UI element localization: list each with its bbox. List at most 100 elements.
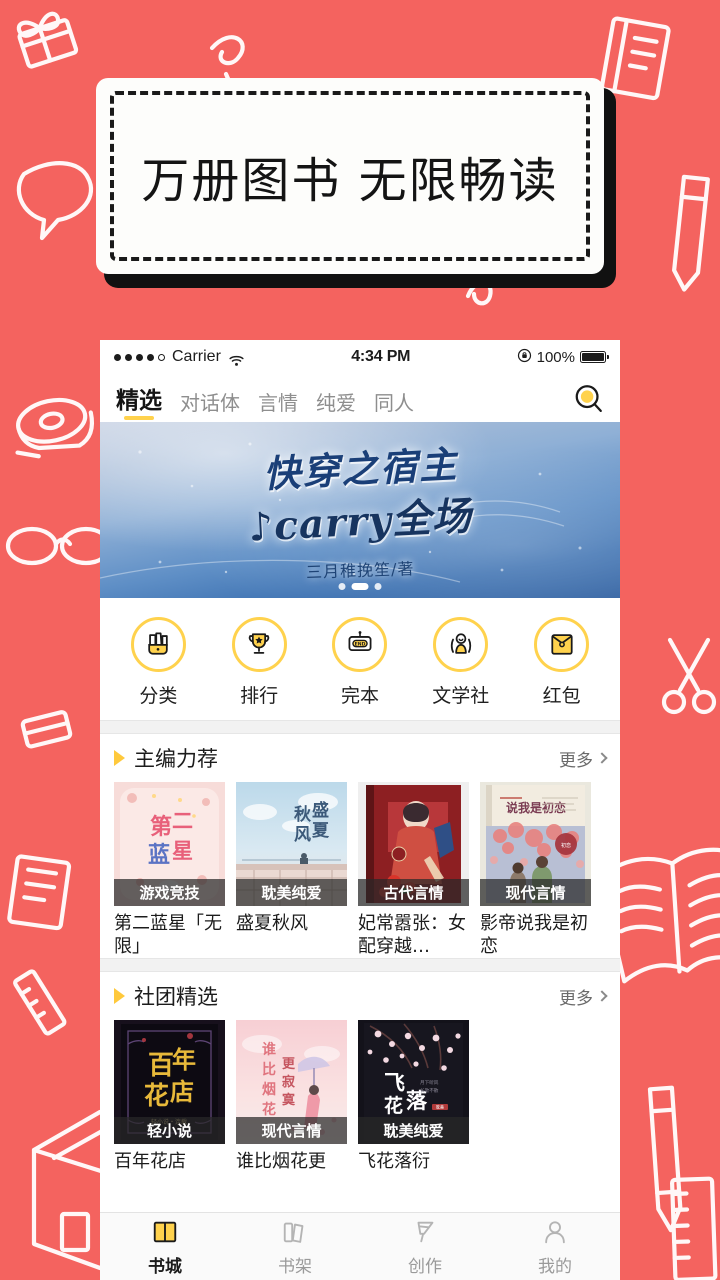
book-store-icon bbox=[151, 1217, 179, 1247]
section-editor-picks: 主编力荐 更多 第 二 蓝 星 游戏竞技 第二蓝星「无限」 秋 盛 风 夏 耽美… bbox=[100, 734, 620, 958]
tab-yanqing[interactable]: 言情 bbox=[258, 393, 298, 422]
section-more-button[interactable]: 更多 bbox=[559, 746, 608, 771]
banner-author: 三月稚挽笙/著 bbox=[305, 559, 415, 582]
quick-actions-row: 分类 排行 END 完本 文学社 红包 bbox=[100, 598, 620, 720]
chevron-right-icon bbox=[596, 990, 608, 1002]
more-label: 更多 bbox=[559, 750, 593, 771]
status-time: 4:34 PM bbox=[351, 348, 411, 365]
book-card[interactable]: 秋 盛 风 夏 耽美纯爱 盛夏秋风 bbox=[236, 782, 347, 958]
tab-jingxuan[interactable]: 精选 bbox=[116, 390, 162, 422]
svg-text:END: END bbox=[355, 642, 366, 648]
book-row: 百 年 花 店 轻小说・连载 轻小说 百年花店 bbox=[114, 1020, 606, 1174]
quick-action-label: 分类 bbox=[139, 684, 178, 707]
book-tag: 耽美纯爱 bbox=[358, 1117, 469, 1144]
tab-chunai[interactable]: 纯爱 bbox=[316, 393, 356, 422]
svg-text:盛: 盛 bbox=[312, 800, 329, 821]
quick-action-literary-club[interactable]: 文学社 bbox=[415, 616, 507, 708]
book-row: 第 二 蓝 星 游戏竞技 第二蓝星「无限」 秋 盛 风 夏 耽美纯爱 盛夏秋风 … bbox=[114, 782, 606, 958]
svg-text:花: 花 bbox=[262, 1101, 276, 1118]
person-profile-icon bbox=[541, 1217, 569, 1247]
promo-headline: 万册图书 无限畅读 bbox=[141, 153, 559, 209]
banner-title-line2: ♪carry全场 bbox=[247, 493, 474, 551]
book-cover[interactable]: 秋 盛 风 夏 耽美纯爱 bbox=[236, 782, 347, 906]
bottom-tab-bookstore[interactable]: 书城 bbox=[100, 1217, 230, 1277]
bottom-tab-label: 我的 bbox=[538, 1256, 572, 1277]
svg-text:寂: 寂 bbox=[282, 1074, 295, 1090]
book-tag: 轻小说 bbox=[114, 1117, 225, 1144]
svg-text:第: 第 bbox=[150, 814, 172, 840]
book-card[interactable]: 百 年 花 店 轻小说・连载 轻小说 百年花店 bbox=[114, 1020, 225, 1174]
svg-text:百: 百 bbox=[148, 1051, 174, 1081]
svg-text:花: 花 bbox=[144, 1081, 169, 1110]
book-title: 影帝说我是初恋 bbox=[480, 913, 588, 957]
book-cover[interactable]: 说我是初恋 初恋 现代言情 bbox=[480, 782, 591, 906]
quick-action-ranking[interactable]: 排行 bbox=[213, 616, 305, 708]
book-card[interactable]: 说我是初恋 初恋 现代言情 影帝说我是初恋 bbox=[480, 782, 591, 958]
quick-action-red-envelope[interactable]: 红包 bbox=[516, 616, 608, 708]
tab-tongren[interactable]: 同人 bbox=[374, 393, 414, 422]
svg-text:说我是初恋: 说我是初恋 bbox=[506, 800, 566, 815]
bookshelf-icon bbox=[281, 1217, 309, 1247]
hero-banner[interactable]: 快穿之宿主 ♪carry全场 三月稚挽笙/著 bbox=[100, 422, 620, 598]
svg-text:二: 二 bbox=[172, 809, 193, 833]
signal-strength-icon bbox=[114, 353, 165, 361]
book-title: 盛夏秋风 bbox=[236, 913, 308, 934]
book-card[interactable]: 第 二 蓝 星 游戏竞技 第二蓝星「无限」 bbox=[114, 782, 225, 958]
svg-text:蓝: 蓝 bbox=[148, 843, 170, 868]
quick-action-label: 红包 bbox=[542, 684, 581, 707]
bottom-tab-profile[interactable]: 我的 bbox=[490, 1217, 620, 1277]
trophy-icon bbox=[231, 616, 287, 672]
svg-text:比: 比 bbox=[262, 1061, 276, 1078]
bottom-tab-create[interactable]: 创作 bbox=[360, 1217, 490, 1277]
end-sign-icon: END bbox=[332, 616, 388, 672]
active-tab-underline bbox=[124, 416, 154, 420]
banner-dot[interactable] bbox=[374, 583, 382, 590]
quick-action-label: 排行 bbox=[240, 684, 279, 707]
book-cover[interactable]: 谁比烟花 更寂寞 现代言情 bbox=[236, 1020, 347, 1144]
bottom-tab-bar: 书城 书架 创作 我的 bbox=[100, 1212, 620, 1280]
category-tabs: 精选 对话体 言情 纯爱 同人 bbox=[116, 374, 572, 422]
svg-text:更: 更 bbox=[282, 1057, 296, 1072]
section-arrow-icon bbox=[114, 750, 125, 766]
quick-action-category[interactable]: 分类 bbox=[112, 616, 204, 708]
banner-pagination-dots[interactable] bbox=[338, 583, 382, 590]
section-title: 主编力荐 bbox=[134, 747, 218, 771]
category-tab-bar: 精选 对话体 言情 纯爱 同人 bbox=[100, 374, 620, 422]
banner-dot[interactable] bbox=[338, 583, 346, 590]
tab-duihuati[interactable]: 对话体 bbox=[180, 393, 240, 422]
banner-dot-active[interactable] bbox=[351, 583, 369, 590]
quick-action-label: 完本 bbox=[340, 684, 379, 707]
rotation-lock-icon bbox=[517, 348, 532, 367]
book-card[interactable]: 飞 花 落 月下听风 长歌不散 耽美 耽美纯爱 飞花落衍 bbox=[358, 1020, 469, 1174]
book-tag: 游戏竞技 bbox=[114, 879, 225, 906]
section-more-button[interactable]: 更多 bbox=[559, 984, 608, 1009]
status-bar: Carrier 4:34 PM 100% bbox=[100, 340, 620, 374]
chevron-right-icon bbox=[596, 752, 608, 764]
svg-text:长歌不散: 长歌不散 bbox=[420, 1087, 439, 1094]
book-title: 第二蓝星「无限」 bbox=[114, 913, 222, 957]
section-divider bbox=[100, 720, 620, 734]
section-divider bbox=[100, 958, 620, 972]
book-cover[interactable]: 古代言情 bbox=[358, 782, 469, 906]
bottom-tab-label: 创作 bbox=[408, 1256, 442, 1277]
book-tag: 耽美纯爱 bbox=[236, 879, 347, 906]
battery-percent-label: 100% bbox=[536, 348, 575, 366]
svg-text:店: 店 bbox=[170, 1078, 194, 1106]
svg-text:夏: 夏 bbox=[312, 821, 330, 841]
book-cover[interactable]: 飞 花 落 月下听风 长歌不散 耽美 耽美纯爱 bbox=[358, 1020, 469, 1144]
svg-text:初恋: 初恋 bbox=[561, 842, 571, 849]
red-envelope-icon bbox=[534, 616, 590, 672]
svg-text:谁: 谁 bbox=[262, 1041, 276, 1058]
search-icon[interactable] bbox=[572, 382, 606, 416]
book-title: 飞花落衍 bbox=[358, 1151, 430, 1172]
literary-club-icon bbox=[433, 616, 489, 672]
bottom-tab-bookshelf[interactable]: 书架 bbox=[230, 1217, 360, 1277]
book-card[interactable]: 古代言情 妃常嚣张：女配穿越… bbox=[358, 782, 469, 958]
book-tag: 现代言情 bbox=[480, 879, 591, 906]
book-cover[interactable]: 第 二 蓝 星 游戏竞技 bbox=[114, 782, 225, 906]
quick-action-label: 文学社 bbox=[432, 684, 490, 707]
book-cover[interactable]: 百 年 花 店 轻小说・连载 轻小说 bbox=[114, 1020, 225, 1144]
book-card[interactable]: 谁比烟花 更寂寞 现代言情 谁比烟花更 bbox=[236, 1020, 347, 1174]
quill-create-icon bbox=[411, 1217, 439, 1247]
quick-action-completed[interactable]: END 完本 bbox=[314, 616, 406, 708]
